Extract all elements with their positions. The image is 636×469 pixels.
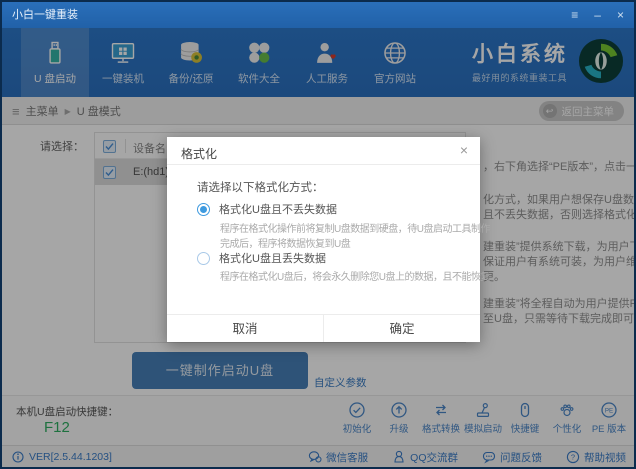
minimize-icon[interactable]: – bbox=[594, 2, 601, 28]
radio-selected-icon[interactable] bbox=[197, 203, 210, 216]
dialog-close-icon[interactable]: × bbox=[460, 142, 468, 158]
dialog-prompt: 请选择以下格式化方式： bbox=[197, 179, 324, 195]
dialog-footer: 取消 确定 bbox=[167, 314, 480, 342]
radio-option-lose-data[interactable]: 格式化U盘且丢失数据 bbox=[197, 250, 326, 266]
option-label: 格式化U盘且不丢失数据 bbox=[219, 201, 337, 217]
window-title: 小白一键重装 bbox=[12, 2, 78, 28]
radio-option-keep-data[interactable]: 格式化U盘且不丢失数据 bbox=[197, 201, 337, 217]
ok-button[interactable]: 确定 bbox=[323, 315, 480, 342]
radio-unselected-icon[interactable] bbox=[197, 252, 210, 265]
option-description: 程序在格式化U盘后，将会永久删除您U盘上的数据，且不能恢复 bbox=[220, 268, 490, 283]
option-description: 完成后，程序将数据恢复到U盘 bbox=[220, 235, 350, 250]
title-bar: 小白一键重装 ≡ – × bbox=[2, 2, 634, 28]
app-window: 小白一键重装 ≡ – × U 盘启动 一键装机 bbox=[0, 0, 636, 469]
dialog-header: 格式化 × bbox=[167, 137, 480, 165]
close-icon[interactable]: × bbox=[617, 2, 624, 28]
format-dialog: 格式化 × 请选择以下格式化方式： 格式化U盘且不丢失数据 程序在格式化操作前将… bbox=[167, 137, 480, 342]
option-description: 程序在格式化操作前将复制U盘数据到硬盘，待U盘启动工具制作 bbox=[220, 220, 490, 235]
menu-icon[interactable]: ≡ bbox=[571, 2, 578, 28]
window-controls: ≡ – × bbox=[571, 2, 624, 28]
cancel-button[interactable]: 取消 bbox=[167, 315, 323, 342]
dialog-title: 格式化 bbox=[181, 145, 217, 162]
option-label: 格式化U盘且丢失数据 bbox=[219, 250, 326, 266]
